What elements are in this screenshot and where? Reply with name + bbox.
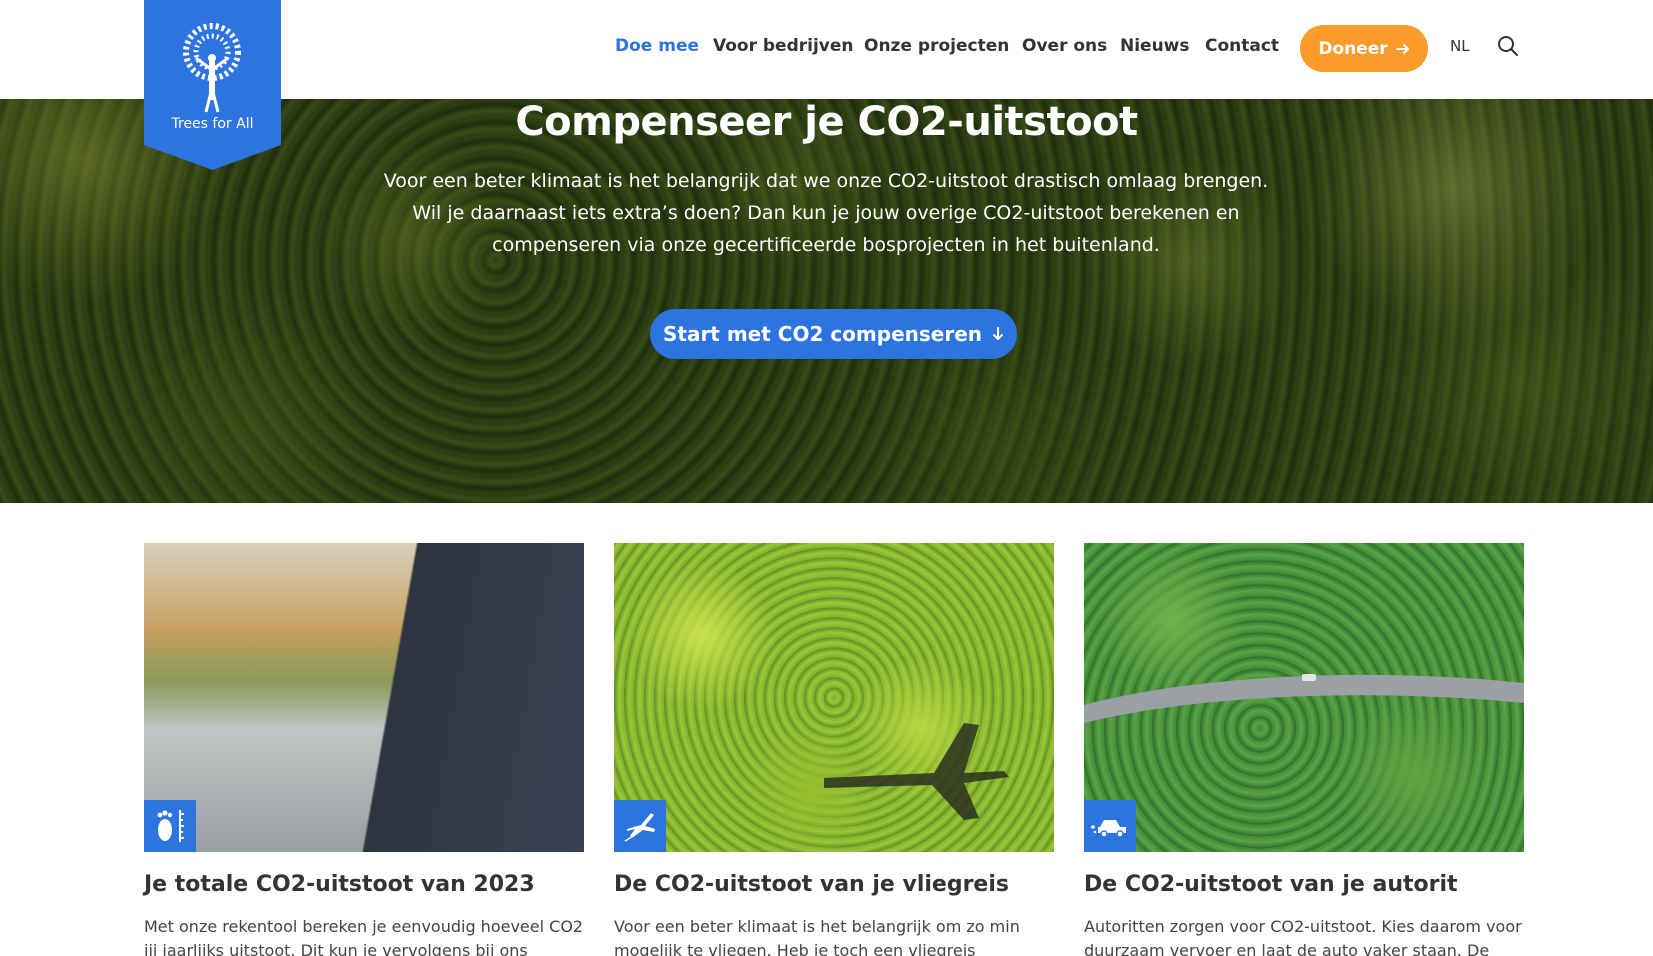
- card-car-emission: De CO2-uitstoot van je autorit Autoritte…: [1084, 543, 1524, 956]
- card-image-forest-road[interactable]: [1084, 543, 1524, 852]
- footprint-icon: [144, 800, 196, 852]
- card-title[interactable]: Je totale CO2-uitstoot van 2023: [144, 872, 584, 897]
- card-image-road-trip[interactable]: [144, 543, 584, 852]
- hero-text-line: Voor een beter klimaat is het belangrijk…: [383, 170, 1269, 192]
- nav-doe-mee[interactable]: Doe mee: [615, 30, 699, 62]
- site-logo[interactable]: Trees for All: [144, 0, 281, 170]
- nav-over-ons[interactable]: Over ons: [1022, 30, 1107, 62]
- card-text: Autoritten zorgen voor CO2-uitstoot. Kie…: [1084, 917, 1522, 956]
- card-flight-emission: De CO2-uitstoot van je vliegreis Voor ee…: [614, 543, 1054, 956]
- donate-button[interactable]: Doneer: [1300, 25, 1428, 72]
- airplane-shadow: [824, 723, 1009, 820]
- logo-text: Trees for All: [171, 116, 254, 132]
- search-icon[interactable]: [1497, 35, 1519, 57]
- card-total-emission: Je totale CO2-uitstoot van 2023 Met onze…: [144, 543, 584, 956]
- nav-contact[interactable]: Contact: [1205, 30, 1279, 62]
- language-switcher[interactable]: NL: [1450, 37, 1470, 55]
- donate-button-label: Doneer: [1318, 38, 1388, 59]
- arrow-down-icon: [993, 327, 1004, 340]
- card-text: Met onze rekentool bereken je eenvoudig …: [144, 917, 584, 956]
- start-compensating-label: Start met CO2 compenseren: [662, 322, 983, 346]
- nav-voor-bedrijven[interactable]: Voor bedrijven: [713, 30, 854, 62]
- airplane-icon: [614, 800, 666, 852]
- nav-nieuws[interactable]: Nieuws: [1120, 30, 1190, 62]
- logo-tree-icon: [144, 0, 281, 170]
- card-text: Voor een beter klimaat is het belangrijk…: [614, 917, 1020, 956]
- card-title[interactable]: De CO2-uitstoot van je vliegreis: [614, 872, 1054, 897]
- arrow-right-icon: [1395, 43, 1409, 54]
- card-image-forest-flight[interactable]: [614, 543, 1054, 852]
- card-title[interactable]: De CO2-uitstoot van je autorit: [1084, 872, 1524, 897]
- hero-text-line: compenseren via onze gecertificeerde bos…: [492, 234, 1160, 256]
- start-compensating-button[interactable]: Start met CO2 compenseren: [650, 309, 1017, 359]
- hero-text: Voor een beter klimaat is het belangrijk…: [376, 165, 1276, 261]
- hero-text-line: Wil je daarnaast iets extra’s doen? Dan …: [412, 202, 1240, 224]
- nav-onze-projecten[interactable]: Onze projecten: [864, 30, 1009, 62]
- road-graphic: [1084, 674, 1524, 723]
- car-icon: [1084, 800, 1136, 852]
